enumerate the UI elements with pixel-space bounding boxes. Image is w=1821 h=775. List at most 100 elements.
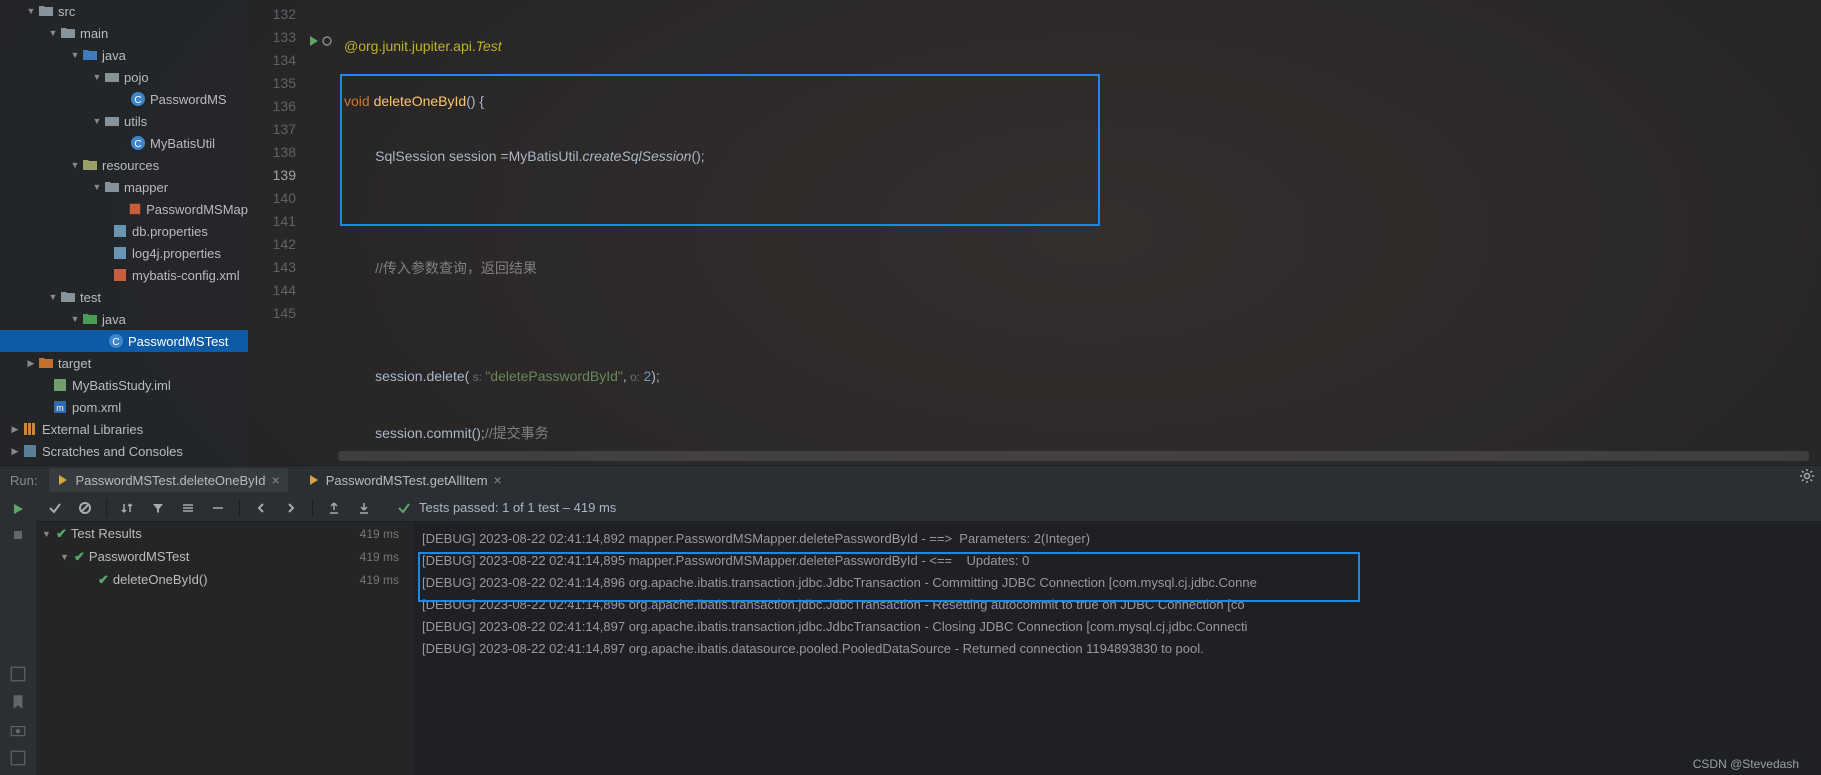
maven-icon: m [52,399,68,415]
svg-text:C: C [134,139,141,150]
tree-node-mybatisconfig[interactable]: mybatis-config.xml [0,264,248,286]
run-label: Run: [10,473,37,488]
tree-label: External Libraries [42,422,143,437]
tree-node-iml[interactable]: MyBatisStudy.iml [0,374,248,396]
comment: //传入参数查询，返回结果 [375,260,537,276]
tree-node-extlib[interactable]: ▶ External Libraries [0,418,248,440]
tree-node-mapper[interactable]: ▼ mapper [0,176,248,198]
tree-label: pom.xml [72,400,121,415]
tree-node-passwordms[interactable]: C PasswordMS [0,88,248,110]
class-icon: C [130,135,146,151]
test-node-label: deleteOneById() [113,572,208,587]
comment: //提交事务 [485,425,549,441]
test-method-node[interactable]: ✔deleteOneById() 419 ms [36,568,415,591]
import-button[interactable] [351,497,377,519]
run-tab-label: PasswordMSTest.deleteOneById [75,473,265,488]
run-panel-header: Run: PasswordMSTest.deleteOneById × Pass… [0,466,1821,494]
tree-label: resources [102,158,159,173]
close-icon[interactable]: × [494,472,502,488]
gutter-icons [308,0,342,52]
tree-label: java [102,312,126,327]
todo-icon[interactable] [9,665,27,683]
stop-button[interactable] [7,524,29,546]
folder-icon [60,289,76,305]
annotation: @org.junit.jupiter.api. [344,38,476,54]
module-icon [52,377,68,393]
tree-node-src[interactable]: ▼ src [0,0,248,22]
tree-label: PasswordMSTest [128,334,228,349]
run-gutter-icon[interactable] [308,35,320,47]
filter-button[interactable] [145,497,171,519]
tree-node-java[interactable]: ▼ java [0,44,248,66]
test-root[interactable]: ▼✔Test Results 419 ms [36,522,415,545]
param-hint: o: [627,370,644,384]
tree-node-target[interactable]: ▶ target [0,352,248,374]
run-tab-label: PasswordMSTest.getAllItem [326,473,488,488]
tree-node-passwordmstest[interactable]: C PasswordMSTest [0,330,248,352]
tree-label: src [58,4,75,19]
prev-button[interactable] [248,497,274,519]
properties-icon [112,245,128,261]
code-editor[interactable]: 132 133 134 135 136 137 138 139 140 141 … [248,0,1821,465]
param-hint: s: [469,370,485,384]
class-icon: C [130,91,146,107]
bookmark-icon[interactable] [9,693,27,711]
xml-icon [112,267,128,283]
run-config-icon [57,474,69,486]
tree-label: MyBatisUtil [150,136,215,151]
rerun-button[interactable] [7,498,29,520]
svg-text:C: C [134,95,141,106]
pass-icon [397,501,411,515]
tree-node-utils[interactable]: ▼ utils [0,110,248,132]
editor-scrollbar[interactable] [338,451,1809,461]
run-tab-deleteonebyid[interactable]: PasswordMSTest.deleteOneById × [49,468,287,492]
line-gutter: 132 133 134 135 136 137 138 139 140 141 … [248,0,308,328]
tree-node-main[interactable]: ▼ main [0,22,248,44]
test-time: 419 ms [360,527,399,541]
tree-node-mybatisutil[interactable]: C MyBatisUtil [0,132,248,154]
tree-label: mybatis-config.xml [132,268,240,283]
tree-node-dbprops[interactable]: db.properties [0,220,248,242]
test-tree[interactable]: ▼✔Test Results 419 ms ▼✔PasswordMSTest 4… [36,522,416,775]
source-folder-icon [82,47,98,63]
test-node-label: Test Results [71,526,142,541]
tree-node-passwordmsmap[interactable]: PasswordMSMap [0,198,248,220]
tree-label: db.properties [132,224,208,239]
tree-node-test[interactable]: ▼ test [0,286,248,308]
tree-label: target [58,356,91,371]
test-time: 419 ms [360,550,399,564]
library-icon [22,421,38,437]
tree-node-scratches[interactable]: ▶ Scratches and Consoles [0,440,248,462]
tree-node-log4jprops[interactable]: log4j.properties [0,242,248,264]
folder-icon [38,3,54,19]
inspect-icon[interactable] [9,749,27,767]
test-toolbar: Tests passed: 1 of 1 test – 419 ms [36,494,1821,522]
console-output[interactable]: [DEBUG] 2023-08-22 02:41:14,892 mapper.P… [416,522,1821,775]
tree-node-resources[interactable]: ▼ resources [0,154,248,176]
close-icon[interactable]: × [272,472,280,488]
export-button[interactable] [321,497,347,519]
code-body[interactable]: @org.junit.jupiter.api.Test void deleteO… [344,6,705,465]
tree-label: log4j.properties [132,246,221,261]
skip-button[interactable] [72,497,98,519]
collapse-button[interactable] [205,497,231,519]
tree-node-pom[interactable]: m pom.xml [0,396,248,418]
settings-icon[interactable] [1799,468,1815,484]
project-tree[interactable]: ▼ src ▼ main ▼ java ▼ pojo C PasswordMS … [0,0,248,465]
folder-icon [60,25,76,41]
tree-label: mapper [124,180,168,195]
run-tab-getallitem[interactable]: PasswordMSTest.getAllItem × [300,468,510,492]
sort-button[interactable] [115,497,141,519]
tree-node-java-test[interactable]: ▼ java [0,308,248,330]
folder-icon [38,355,54,371]
left-tool-strip [0,665,36,775]
next-button[interactable] [278,497,304,519]
xml-icon [128,201,142,217]
camera-icon[interactable] [9,721,27,739]
check-button[interactable] [42,497,68,519]
expand-button[interactable] [175,497,201,519]
tree-label: PasswordMSMap [146,202,248,217]
test-class-node[interactable]: ▼✔PasswordMSTest 419 ms [36,545,415,568]
run-config-icon [308,474,320,486]
tree-node-pojo[interactable]: ▼ pojo [0,66,248,88]
